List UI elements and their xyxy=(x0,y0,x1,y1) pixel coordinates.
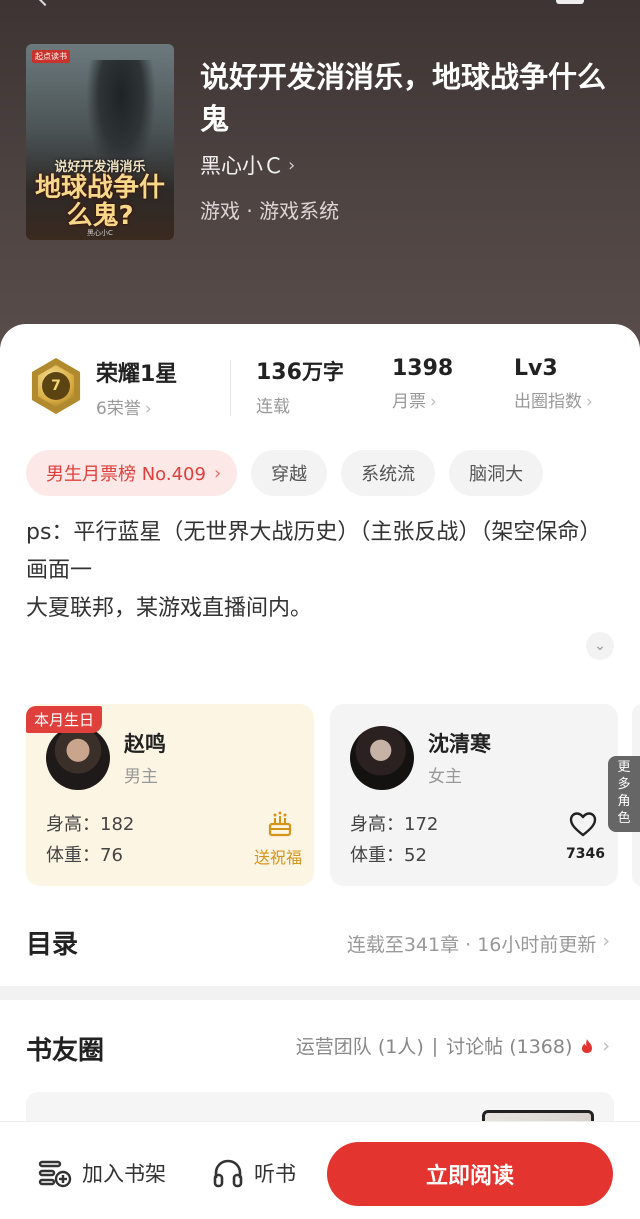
listen-button[interactable]: 听书 xyxy=(212,1158,296,1188)
heart-icon[interactable] xyxy=(568,810,598,838)
book-detail-card: 7 荣耀1星 6荣誉 › 136万字 连载 1398 月票 › Lv3 出圈指数 › … xyxy=(0,324,640,986)
character-role: 男主 xyxy=(124,767,158,787)
book-header: 起点读书 说好开发消消乐 地球战争什么鬼? 黑心小C 说好开发消消乐，地球战争什… xyxy=(0,0,640,360)
monthly-ticket-value: 1398 xyxy=(392,356,454,381)
fire-icon xyxy=(582,1038,593,1053)
word-count-unit: 万字 xyxy=(301,360,344,384)
intro-line: 画面一 xyxy=(26,558,93,583)
more-roles-button[interactable]: 更多角色 xyxy=(608,756,640,832)
circle-posts: 讨论帖 (1368) xyxy=(446,1036,573,1058)
character-card[interactable]: 沈清寒 女主 身高：172 体重：52 7346 xyxy=(330,704,618,886)
rank-label: 男生月票榜 No.409 xyxy=(46,464,206,485)
table-of-contents-row[interactable]: 目录 连载至341章 · 16小时前更新 › xyxy=(0,906,640,976)
monthly-ticket-stat[interactable]: 1398 月票 › xyxy=(392,356,453,412)
separator: | xyxy=(431,1034,439,1057)
back-icon[interactable] xyxy=(37,0,53,7)
stats-row: 7 荣耀1星 6荣誉 › 136万字 连载 1398 月票 › Lv3 出圈指数 › xyxy=(0,352,640,422)
character-avatar xyxy=(350,726,414,790)
character-name: 沈清寒 xyxy=(428,732,491,756)
add-to-shelf-button[interactable]: 加入书架 xyxy=(38,1158,166,1188)
book-genres[interactable]: 游戏 · 游戏系统 xyxy=(200,195,339,224)
read-now-button[interactable]: 立即阅读 xyxy=(327,1142,613,1206)
intro-line: 大夏联邦，某游戏直播间内。 xyxy=(26,596,313,621)
bottom-action-bar: 加入书架 听书 立即阅读 xyxy=(0,1122,640,1219)
serial-status: 连载 xyxy=(256,397,290,417)
character-weight: 体重：52 xyxy=(350,845,427,866)
honor-title: 荣耀1星 xyxy=(96,362,178,387)
headphones-icon xyxy=(213,1159,243,1188)
circle-team: 运营团队 (1人) xyxy=(295,1036,424,1058)
chevron-right-icon: › xyxy=(586,392,593,412)
like-count: 7346 xyxy=(566,846,605,862)
chevron-right-icon: › xyxy=(602,930,610,952)
rank-tag[interactable]: 男生月票榜 No.409 › xyxy=(26,450,238,496)
chevron-right-icon: › xyxy=(288,154,296,176)
cover-publisher-badge: 起点读书 xyxy=(32,50,70,63)
honor-count: 6荣誉 xyxy=(96,399,141,419)
listen-label: 听书 xyxy=(254,1162,296,1186)
character-role: 女主 xyxy=(428,767,462,787)
tag-chip[interactable]: 脑洞大 xyxy=(449,450,544,496)
book-author-link[interactable]: 黑心小Ｃ › xyxy=(200,150,295,180)
popularity-value: Lv3 xyxy=(514,356,558,381)
intro-line: ps：平行蓝星（无世界大战历史）（主张反战）（架空保命） xyxy=(26,520,602,545)
toc-update-status: 连载至341章 · 16小时前更新 xyxy=(346,934,597,956)
word-count-stat: 136万字 连载 xyxy=(256,356,344,417)
circle-info[interactable]: 运营团队 (1人) | 讨论帖 (1368) › xyxy=(296,1032,610,1059)
honor-level: 7 xyxy=(42,372,70,400)
tag-chip[interactable]: 穿越 xyxy=(251,450,328,496)
book-cover[interactable]: 起点读书 说好开发消消乐 地球战争什么鬼? 黑心小C xyxy=(26,44,174,240)
book-intro[interactable]: ps：平行蓝星（无世界大战历史）（主张反战）（架空保命） 画面一 大夏联邦，某游… xyxy=(26,514,602,628)
popularity-stat[interactable]: Lv3 出圈指数 › xyxy=(514,356,593,412)
expand-chevron-icon[interactable]: ⌄ xyxy=(586,632,614,660)
character-height: 身高：182 xyxy=(46,814,135,835)
add-to-shelf-label: 加入书架 xyxy=(82,1162,166,1186)
add-shelf-icon xyxy=(38,1160,72,1188)
honor-medal-icon[interactable]: 7 xyxy=(31,358,81,414)
more-roles-label: 更多角色 xyxy=(617,760,631,826)
birthday-cake-icon[interactable] xyxy=(266,810,294,838)
honor-stat[interactable]: 荣耀1星 6荣誉 › xyxy=(96,356,177,419)
popularity-label: 出圈指数 xyxy=(514,392,582,412)
character-weight: 体重：76 xyxy=(46,845,123,866)
chevron-right-icon: › xyxy=(144,399,152,419)
share-icon[interactable] xyxy=(556,0,584,4)
stat-divider xyxy=(230,360,231,416)
tag-chip[interactable]: 系统流 xyxy=(341,450,436,496)
monthly-ticket-label: 月票 xyxy=(392,392,426,412)
tag-list: 男生月票榜 No.409 › 穿越 系统流 脑洞大 xyxy=(26,450,544,496)
word-count-value: 136 xyxy=(256,360,302,385)
chevron-right-icon: › xyxy=(602,1034,610,1057)
character-name: 赵鸣 xyxy=(124,732,166,756)
chevron-right-icon: › xyxy=(213,462,222,484)
chevron-right-icon: › xyxy=(430,392,437,412)
toc-title: 目录 xyxy=(26,930,79,960)
book-title: 说好开发消消乐，地球战争什么鬼 xyxy=(200,60,607,136)
birthday-badge: 本月生日 xyxy=(26,706,103,733)
cover-title-big: 地球战争什么鬼? xyxy=(34,173,165,231)
cover-author: 黑心小C xyxy=(87,229,113,237)
author-name: 黑心小Ｃ xyxy=(200,154,284,178)
send-wishes-label[interactable]: 送祝福 xyxy=(254,844,302,868)
character-height: 身高：172 xyxy=(350,814,439,835)
circle-title: 书友圈 xyxy=(26,1036,105,1066)
character-avatar xyxy=(46,726,110,790)
